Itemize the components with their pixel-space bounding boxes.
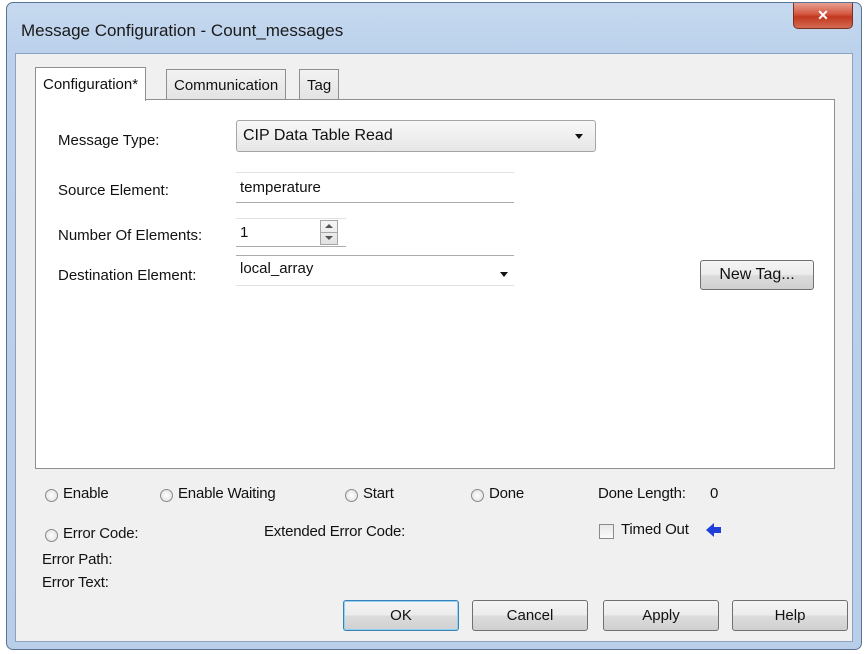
left-arrow-icon — [706, 523, 721, 537]
start-label: Start — [363, 485, 394, 502]
cancel-button-label: Cancel — [506, 607, 554, 624]
number-of-elements-label: Number Of Elements: — [58, 227, 203, 244]
tab-label: Configuration* — [43, 76, 139, 93]
tab-configuration[interactable]: Configuration* — [35, 67, 147, 101]
destination-element-value: local_array — [240, 260, 314, 277]
ok-button-label: OK — [390, 607, 412, 624]
destination-element-label: Destination Element: — [58, 267, 197, 284]
chevron-down-icon — [575, 134, 583, 139]
start-indicator — [345, 489, 358, 502]
number-of-elements-value: 1 — [240, 224, 249, 241]
chevron-down-icon[interactable] — [500, 272, 508, 277]
enable-waiting-indicator — [160, 489, 173, 502]
help-button-label: Help — [774, 607, 806, 624]
tab-communication[interactable]: Communication — [166, 69, 287, 100]
help-button[interactable]: Help — [732, 600, 848, 631]
window-title: Message Configuration - Count_messages — [21, 21, 344, 40]
enable-indicator — [45, 489, 58, 502]
apply-button[interactable]: Apply — [603, 600, 719, 631]
destination-element-field[interactable]: local_array — [236, 255, 514, 286]
error-text-label: Error Text: — [42, 574, 109, 591]
source-element-field[interactable]: temperature — [236, 172, 514, 203]
timed-out-checkbox[interactable] — [599, 524, 614, 539]
error-code-indicator — [45, 529, 58, 542]
done-length-label: Done Length: — [598, 485, 686, 502]
message-type-select[interactable]: CIP Data Table Read — [236, 120, 596, 152]
source-element-label: Source Element: — [58, 182, 169, 199]
dialog-client-area: Configuration* Communication Tag Message… — [15, 53, 853, 642]
error-code-label: Error Code: — [63, 525, 139, 542]
apply-button-label: Apply — [642, 607, 680, 624]
ok-button[interactable]: OK — [343, 600, 459, 631]
enable-waiting-label: Enable Waiting — [178, 485, 276, 502]
close-button[interactable]: ✕ — [793, 3, 853, 29]
extended-error-code-label: Extended Error Code: — [264, 523, 406, 540]
new-tag-button[interactable]: New Tag... — [700, 260, 814, 290]
configuration-panel: Message Type: CIP Data Table Read Source… — [35, 99, 835, 469]
number-of-elements-stepper[interactable] — [320, 220, 338, 245]
done-indicator — [471, 489, 484, 502]
message-type-label: Message Type: — [58, 132, 160, 149]
timed-out-label: Timed Out — [621, 521, 689, 538]
done-label: Done — [489, 485, 525, 502]
message-type-value: CIP Data Table Read — [243, 127, 393, 144]
error-path-label: Error Path: — [42, 551, 113, 568]
tab-label: Tag — [307, 76, 332, 94]
title-bar[interactable]: Message Configuration - Count_messages ✕ — [7, 3, 861, 53]
cancel-button[interactable]: Cancel — [472, 600, 588, 631]
new-tag-button-label: New Tag... — [719, 266, 795, 283]
message-configuration-window: Message Configuration - Count_messages ✕… — [6, 2, 862, 650]
tab-tag[interactable]: Tag — [299, 69, 340, 100]
chevron-down-icon[interactable] — [325, 236, 333, 240]
tab-label: Communication — [174, 76, 279, 94]
source-element-value: temperature — [240, 179, 321, 196]
done-length-value: 0 — [710, 485, 719, 502]
close-icon: ✕ — [817, 7, 829, 23]
enable-label: Enable — [63, 485, 109, 502]
chevron-up-icon[interactable] — [325, 224, 333, 228]
